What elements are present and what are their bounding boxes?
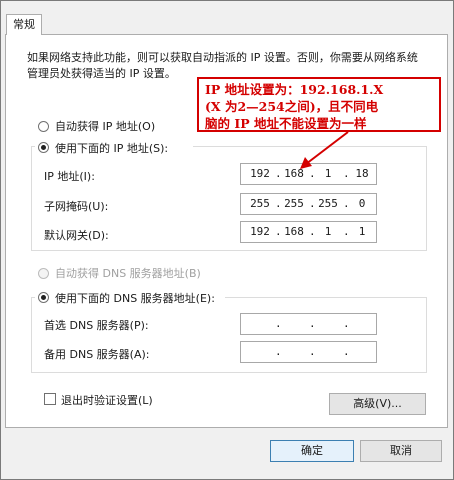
tab-general[interactable]: 常规 [6,14,42,35]
tab-general-label: 常规 [13,18,35,31]
annotation-arrow-icon [300,131,349,169]
